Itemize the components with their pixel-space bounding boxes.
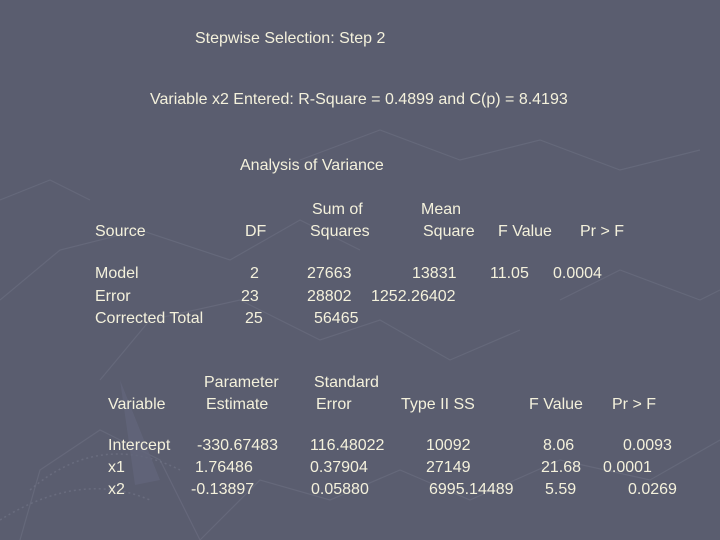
anova-header-ms-line2: Square bbox=[423, 223, 475, 240]
params-header-prf: Pr > F bbox=[612, 396, 657, 413]
anova-header-ss-line1: Sum of bbox=[312, 201, 363, 218]
params-cell-prf: 0.0093 bbox=[623, 437, 672, 454]
params-cell-variable: x1 bbox=[108, 459, 125, 476]
params-cell-se: 0.05880 bbox=[311, 481, 369, 498]
params-cell-fvalue: 8.06 bbox=[543, 437, 575, 454]
anova-header-ss-line2: Squares bbox=[310, 223, 370, 240]
anova-cell-ms: 13831 bbox=[412, 265, 457, 282]
params-header-variable: Variable bbox=[108, 396, 166, 413]
params-header-se-line1: Standard bbox=[314, 374, 379, 391]
params-header-est-line1: Parameter bbox=[204, 374, 279, 391]
params-cell-type2ss: 6995.14489 bbox=[429, 481, 514, 498]
params-cell-se: 116.48022 bbox=[310, 437, 385, 454]
anova-cell-ss: 28802 bbox=[307, 288, 352, 305]
params-cell-estimate: -330.67483 bbox=[197, 437, 278, 454]
anova-cell-df: 23 bbox=[241, 288, 259, 305]
params-header-fvalue: F Value bbox=[529, 396, 583, 413]
anova-header-ms-line1: Mean bbox=[421, 201, 462, 218]
params-header-type2ss: Type II SS bbox=[401, 396, 475, 413]
anova-cell-source: Corrected Total bbox=[95, 310, 204, 327]
params-header-est-line2: Estimate bbox=[206, 396, 269, 413]
anova-cell-prf: 0.0004 bbox=[553, 265, 602, 282]
anova-cell-df: 2 bbox=[250, 265, 259, 282]
params-cell-variable: Intercept bbox=[108, 437, 171, 454]
anova-title: Analysis of Variance bbox=[240, 157, 384, 174]
anova-cell-df: 25 bbox=[245, 310, 263, 327]
anova-cell-ms: 1252.26402 bbox=[371, 288, 456, 305]
params-header-se-line2: Error bbox=[316, 396, 352, 413]
anova-cell-source: Model bbox=[95, 265, 139, 282]
params-cell-variable: x2 bbox=[108, 481, 125, 498]
params-cell-fvalue: 21.68 bbox=[541, 459, 582, 476]
params-cell-se: 0.37904 bbox=[310, 459, 368, 476]
params-cell-prf: 0.0001 bbox=[603, 459, 652, 476]
params-cell-prf: 0.0269 bbox=[628, 481, 677, 498]
slide-subtitle: Variable x2 Entered: R-Square = 0.4899 a… bbox=[150, 91, 568, 108]
anova-header-df: DF bbox=[245, 223, 267, 240]
anova-cell-fvalue: 11.05 bbox=[490, 265, 529, 282]
params-cell-type2ss: 27149 bbox=[426, 459, 471, 476]
anova-header-source: Source bbox=[95, 223, 146, 240]
params-cell-type2ss: 10092 bbox=[426, 437, 471, 454]
params-cell-estimate: -0.13897 bbox=[191, 481, 255, 498]
params-cell-estimate: 1.76486 bbox=[195, 459, 253, 476]
anova-header-prf: Pr > F bbox=[580, 223, 625, 240]
slide-title: Stepwise Selection: Step 2 bbox=[195, 30, 386, 47]
anova-cell-ss: 27663 bbox=[307, 265, 352, 282]
anova-cell-source: Error bbox=[95, 288, 131, 305]
anova-cell-ss: 56465 bbox=[314, 310, 359, 327]
anova-header-fvalue: F Value bbox=[498, 223, 552, 240]
params-cell-fvalue: 5.59 bbox=[545, 481, 577, 498]
